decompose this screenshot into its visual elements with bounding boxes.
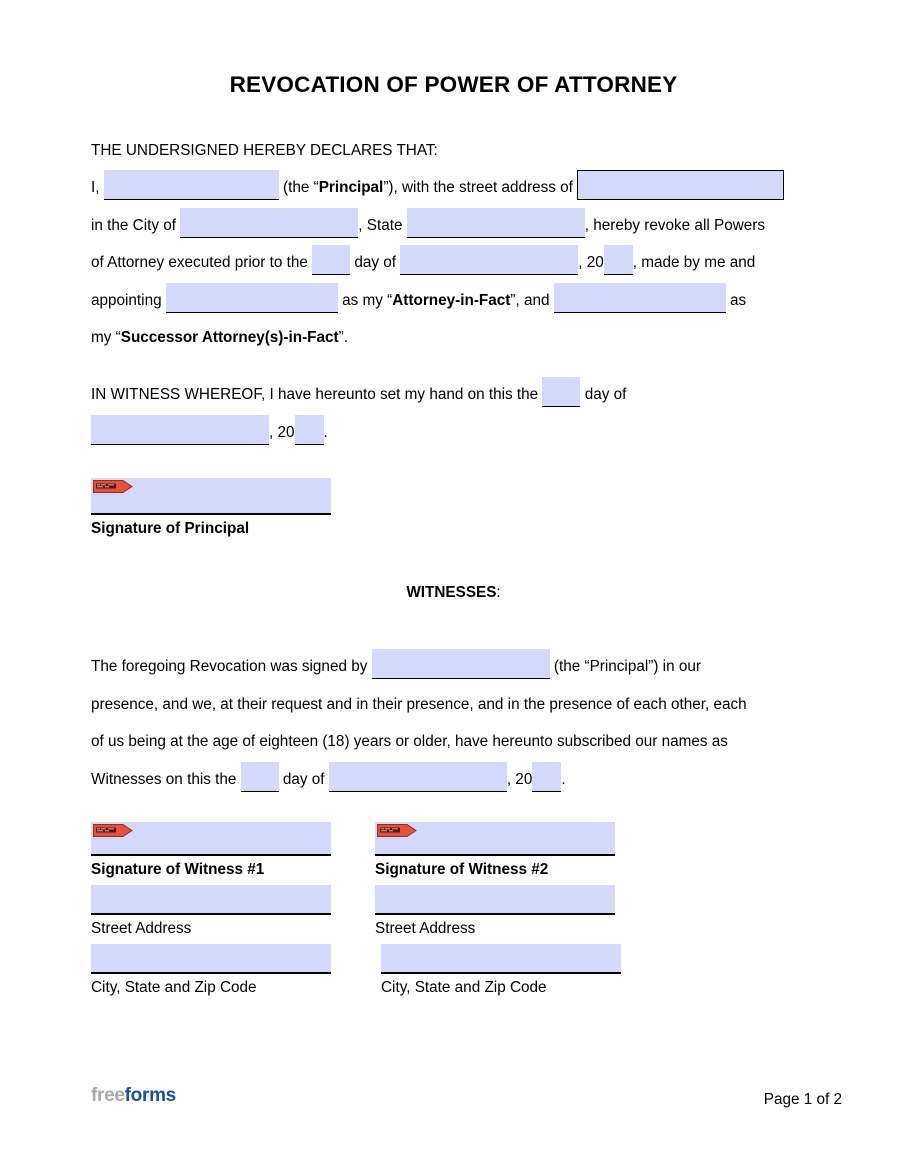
witness-2-signature-label: Signature of Witness #2: [375, 861, 549, 878]
witnesses-heading: WITNESSES: [406, 584, 497, 601]
hand-year-field[interactable]: [294, 414, 324, 445]
declaration-paragraph: I, (the “Principal”), with the street ad…: [91, 169, 816, 357]
attorney-in-fact-field[interactable]: [165, 282, 338, 313]
in-witness-whereof-paragraph: IN WITNESS WHEREOF, I have hereunto set …: [91, 376, 816, 451]
witness-2-street-field[interactable]: [375, 885, 615, 915]
wit-l4-a: Witnesses on this the: [91, 770, 237, 788]
declaration-line-5: my “Successor Attorney(s)-in-Fact”.: [91, 319, 816, 357]
decl-l4-b: as my “: [342, 291, 393, 309]
wit-l1-b: (the “Principal”) in our: [553, 658, 701, 675]
intro-heading-block: THE UNDERSIGNED HEREBY DECLARES THAT:: [91, 132, 816, 170]
witness-1-block: Signature of Witness #1 Street Address C…: [91, 822, 331, 1001]
decl-l3-c: , 20: [578, 254, 604, 271]
attorney-in-fact-term: Attorney-in-Fact: [392, 291, 511, 309]
hand-month-field[interactable]: [91, 414, 269, 445]
witnesses-line-3: of us being at the age of eighteen (18) …: [91, 733, 728, 750]
successor-attorney-term: Successor Attorney(s)-in-Fact: [120, 329, 339, 346]
witness-whereof-line-1: IN WITNESS WHEREOF, I have hereunto set …: [91, 376, 816, 414]
witness-1-street-label: Street Address: [91, 920, 192, 937]
witness-principal-name-field[interactable]: [371, 649, 550, 679]
prior-day-field[interactable]: [312, 245, 351, 275]
principal-signature-block: Signature of Principal: [91, 478, 331, 542]
city-field[interactable]: [180, 207, 359, 238]
decl-l1-b: (the “: [283, 179, 319, 196]
document-page: REVOCATION OF POWER OF ATTORNEY THE UNDE…: [0, 0, 907, 1175]
decl-l4-c: ”, and: [510, 291, 550, 309]
prior-month-field[interactable]: [400, 245, 579, 275]
freeforms-logo: freeforms: [91, 1085, 176, 1107]
principal-signature-field[interactable]: [91, 478, 331, 515]
hand-day-field[interactable]: [542, 377, 581, 407]
witness-1-signature-label: Signature of Witness #1: [91, 861, 265, 878]
sign-here-tag-icon: [377, 824, 417, 837]
witness-2-signature-field[interactable]: [375, 822, 615, 856]
witness-year-field[interactable]: [532, 761, 562, 792]
ww-l1-a: IN WITNESS WHEREOF, I have hereunto set …: [91, 386, 539, 403]
witness-whereof-line-2: , 20.: [91, 414, 816, 452]
declaration-line-4: appointing as my “Attorney-in-Fact”, and…: [91, 282, 816, 320]
principal-name-field[interactable]: [103, 170, 279, 200]
declaration-line-3: of Attorney executed prior to the day of…: [91, 244, 816, 282]
ww-l1-b: day of: [584, 386, 627, 403]
logo-free-text: free: [91, 1085, 125, 1106]
witness-1-city-label: City, State and Zip Code: [91, 979, 257, 996]
witnesses-line-1: The foregoing Revocation was signed by (…: [91, 648, 816, 686]
logo-forms-text: forms: [124, 1085, 177, 1106]
witness-1-street-field[interactable]: [91, 885, 331, 915]
street-address-field[interactable]: [577, 170, 785, 200]
ww-l2-b: .: [323, 423, 328, 441]
decl-l5-a: my “: [91, 329, 121, 346]
decl-l5-b: ”.: [338, 329, 348, 346]
witnesses-line-4: Witnesses on this the day of , 20.: [91, 761, 816, 799]
principal-signature-label: Signature of Principal: [91, 520, 250, 537]
witnesses-heading-colon: :: [496, 584, 501, 601]
witness-2-city-label: City, State and Zip Code: [381, 979, 547, 996]
decl-l3-d: , made by me and: [632, 254, 756, 271]
witness-1-signature-field[interactable]: [91, 822, 331, 856]
wit-l4-b: day of: [282, 770, 325, 788]
witness-month-field[interactable]: [328, 761, 507, 792]
ww-l2-a: , 20: [269, 423, 295, 441]
successor-attorney-field[interactable]: [553, 282, 726, 313]
wit-l4-c: , 20: [506, 770, 533, 788]
sign-here-tag-icon: [93, 824, 133, 837]
witnesses-heading-block: WITNESSES:: [91, 574, 816, 612]
state-field[interactable]: [406, 207, 585, 238]
declaration-line-2: in the City of , State , hereby revoke a…: [91, 207, 816, 245]
witnesses-paragraph: The foregoing Revocation was signed by (…: [91, 648, 816, 798]
wit-l1-a: The foregoing Revocation was signed by: [91, 658, 368, 675]
decl-l2-b: , State: [358, 216, 403, 234]
decl-l1-c: ”), with the street address of: [383, 179, 573, 196]
witness-day-field[interactable]: [240, 761, 279, 792]
wit-l4-d: .: [561, 770, 566, 788]
sign-here-tag-icon: [93, 480, 133, 493]
witness-1-city-field[interactable]: [91, 944, 331, 974]
witness-2-block: Signature of Witness #2 Street Address C…: [375, 822, 621, 1001]
decl-l2-a: in the City of: [91, 216, 177, 234]
declaration-line-1: I, (the “Principal”), with the street ad…: [91, 169, 816, 207]
witnesses-line-2: presence, and we, at their request and i…: [91, 695, 747, 713]
prior-year-field[interactable]: [603, 245, 633, 275]
witness-2-street-label: Street Address: [375, 920, 476, 937]
decl-l4-a: appointing: [91, 291, 162, 309]
decl-l3-a: of Attorney executed prior to the: [91, 254, 308, 271]
page-title: REVOCATION OF POWER OF ATTORNEY: [229, 72, 678, 97]
decl-l1-a: I,: [91, 179, 100, 196]
principal-term: Principal: [318, 179, 384, 196]
witness-2-city-field[interactable]: [381, 944, 621, 974]
decl-l2-c: , hereby revoke all Powers: [584, 216, 765, 234]
decl-l3-b: day of: [354, 254, 397, 271]
page-number: Page 1 of 2: [763, 1091, 842, 1108]
decl-l4-d: as: [730, 291, 747, 309]
intro-heading: THE UNDERSIGNED HEREBY DECLARES THAT:: [91, 142, 438, 159]
